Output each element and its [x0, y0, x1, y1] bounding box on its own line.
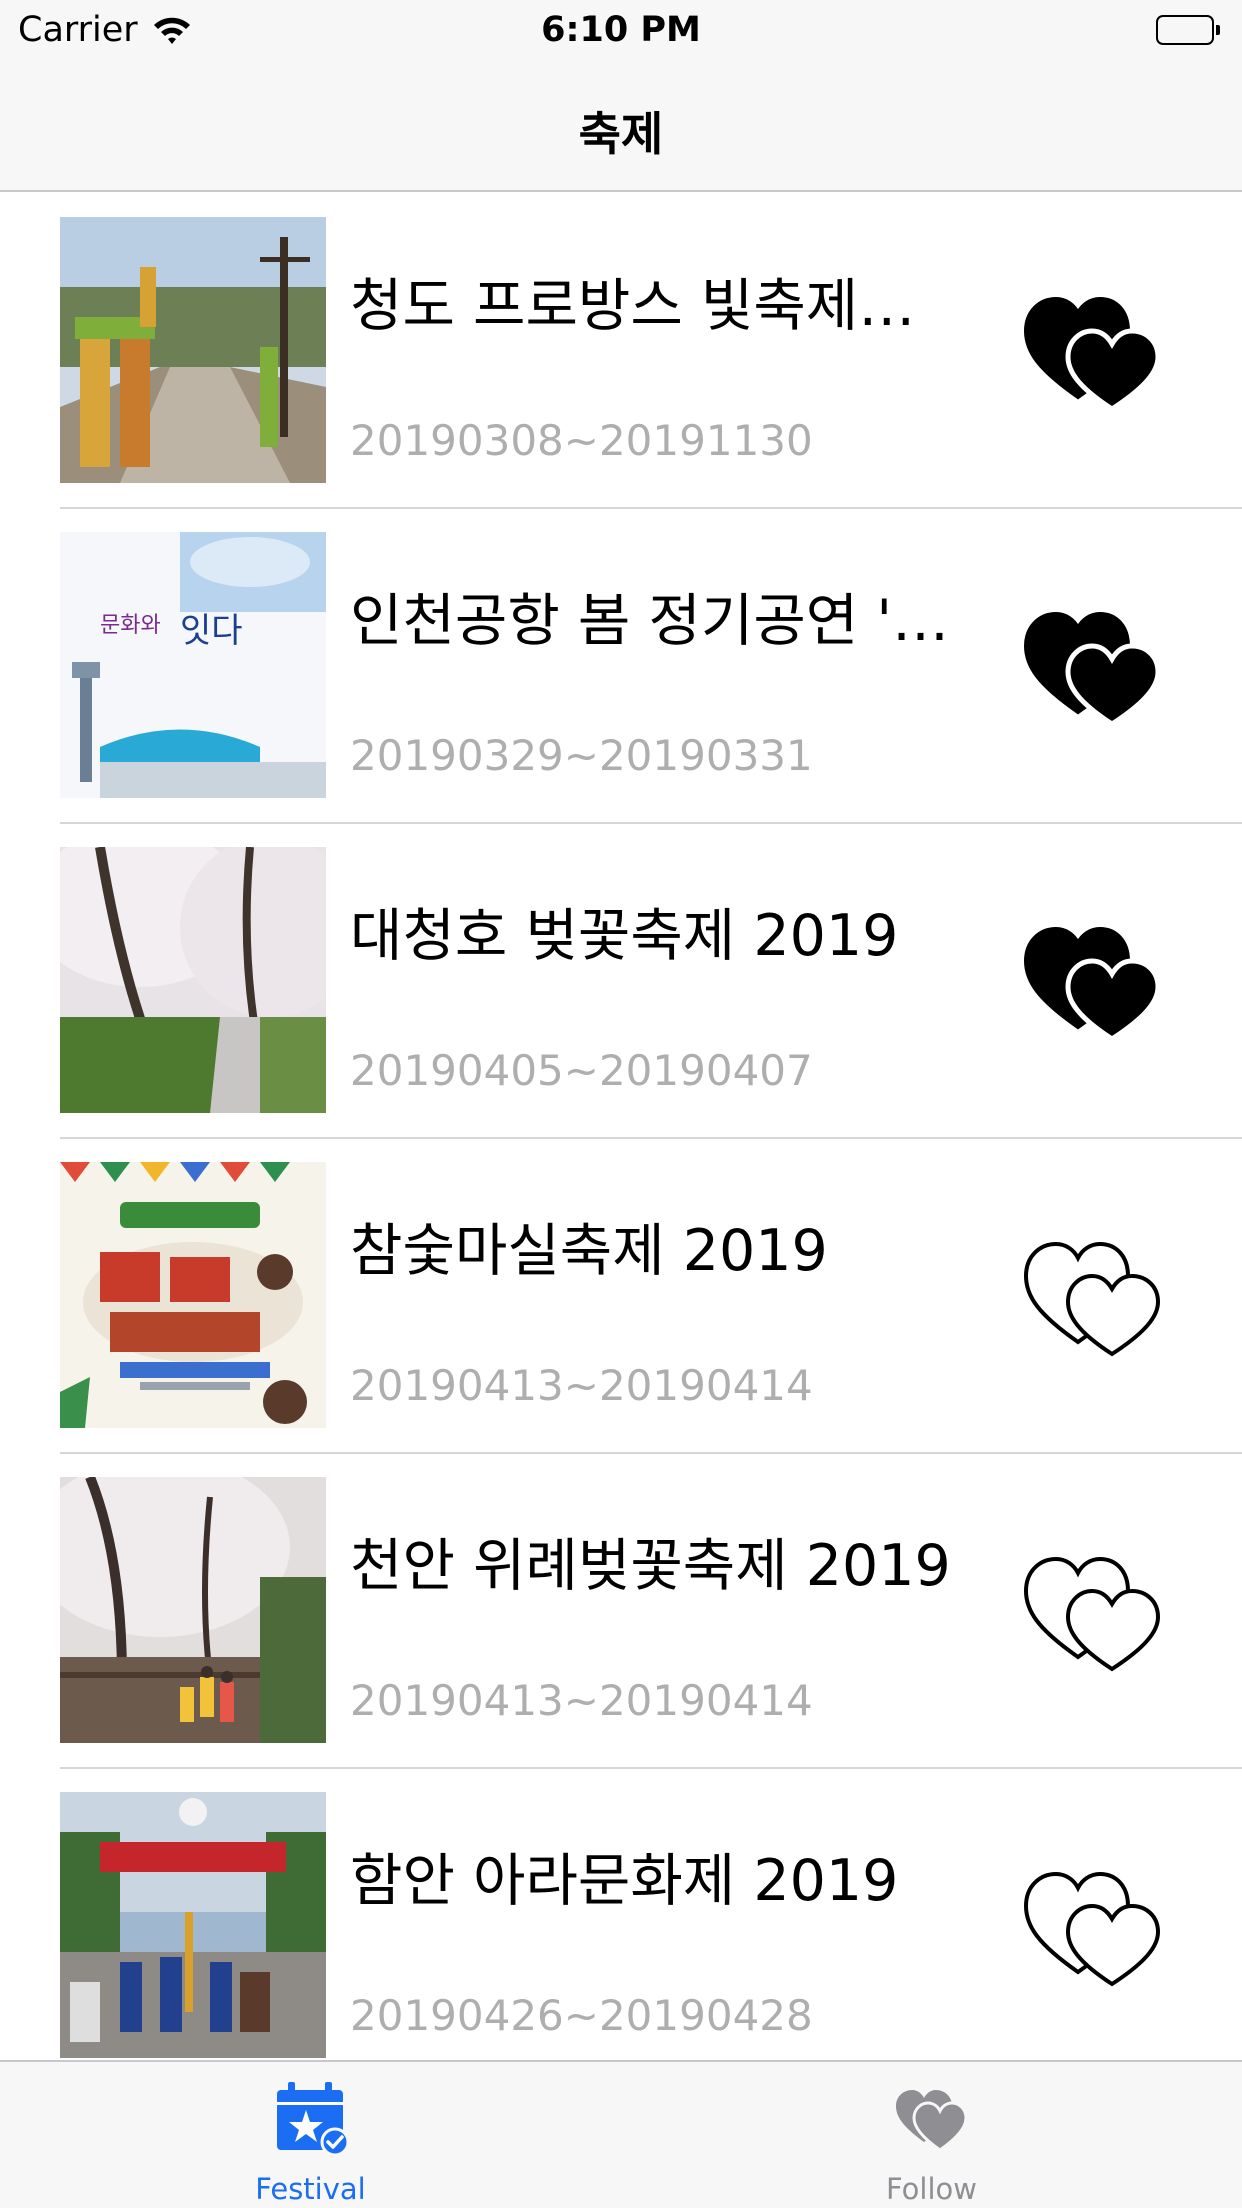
list-item[interactable]: 청도 프로방스 빛축제와... 20190308~20191130: [0, 194, 1242, 509]
tab-follow-label: Follow: [886, 2172, 977, 2206]
navigation-bar: 축제: [0, 60, 1242, 192]
favorite-hearts-icon[interactable]: [1020, 289, 1180, 414]
festival-thumbnail: [60, 1162, 326, 1428]
festival-list[interactable]: 청도 프로방스 빛축제와... 20190308~20191130 문화와 잇다: [0, 194, 1242, 2060]
calendar-star-icon: [273, 2080, 349, 2156]
list-item[interactable]: 대청호 벚꽃축제 2019 20190405~20190407: [0, 824, 1242, 1139]
festival-thumbnail: [60, 847, 326, 1113]
festival-thumbnail: 문화와 잇다: [60, 532, 326, 798]
list-item[interactable]: 문화와 잇다 인천공항 봄 정기공연 'H... 20190329~201903…: [0, 509, 1242, 824]
favorite-hearts-icon[interactable]: [1020, 604, 1180, 729]
list-item[interactable]: 참숯마실축제 2019 20190413~20190414: [0, 1139, 1242, 1454]
tab-festival[interactable]: Festival: [0, 2062, 621, 2208]
festival-date: 20190329~20190331: [350, 731, 813, 780]
battery-icon: [1156, 15, 1220, 45]
favorite-hearts-icon[interactable]: [1020, 919, 1180, 1044]
festival-date: 20190405~20190407: [350, 1046, 813, 1095]
festival-title: 인천공항 봄 정기공연 'H...: [350, 588, 960, 654]
status-bar: Carrier 6:10 PM: [0, 0, 1242, 60]
festival-thumbnail: [60, 1477, 326, 1743]
svg-text:문화와: 문화와: [100, 612, 161, 637]
festival-date: 20190413~20190414: [350, 1676, 813, 1725]
page-title: 축제: [578, 107, 664, 161]
festival-date: 20190426~20190428: [350, 1991, 813, 2040]
status-time: 6:10 PM: [541, 10, 701, 50]
festival-title: 참숯마실축제 2019: [350, 1218, 828, 1284]
festival-title: 함안 아라문화제 2019: [350, 1848, 899, 1914]
favorite-hearts-icon[interactable]: [1020, 1864, 1180, 1989]
list-item[interactable]: 천안 위례벚꽃축제 2019 20190413~20190414: [0, 1454, 1242, 1769]
festival-title: 천안 위례벚꽃축제 2019: [350, 1533, 951, 1599]
festival-thumbnail: [60, 217, 326, 483]
festival-list-screen: Carrier 6:10 PM 축제 청도 프로방스 빛축제와... 20190…: [0, 0, 1242, 2208]
festival-date: 20190413~20190414: [350, 1361, 813, 1410]
tab-festival-label: Festival: [255, 2172, 366, 2206]
festival-date: 20190308~20191130: [350, 416, 813, 465]
tab-follow[interactable]: Follow: [621, 2062, 1242, 2208]
hearts-icon: [894, 2080, 970, 2156]
list-item[interactable]: 함안 아라문화제 2019 20190426~20190428: [0, 1769, 1242, 2060]
festival-title: 대청호 벚꽃축제 2019: [350, 903, 899, 969]
tab-bar: Festival Follow: [0, 2060, 1242, 2208]
favorite-hearts-icon[interactable]: [1020, 1234, 1180, 1359]
festival-thumbnail: [60, 1792, 326, 2058]
favorite-hearts-icon[interactable]: [1020, 1549, 1180, 1674]
festival-title: 청도 프로방스 빛축제와...: [350, 273, 960, 339]
svg-text:잇다: 잇다: [180, 613, 243, 650]
